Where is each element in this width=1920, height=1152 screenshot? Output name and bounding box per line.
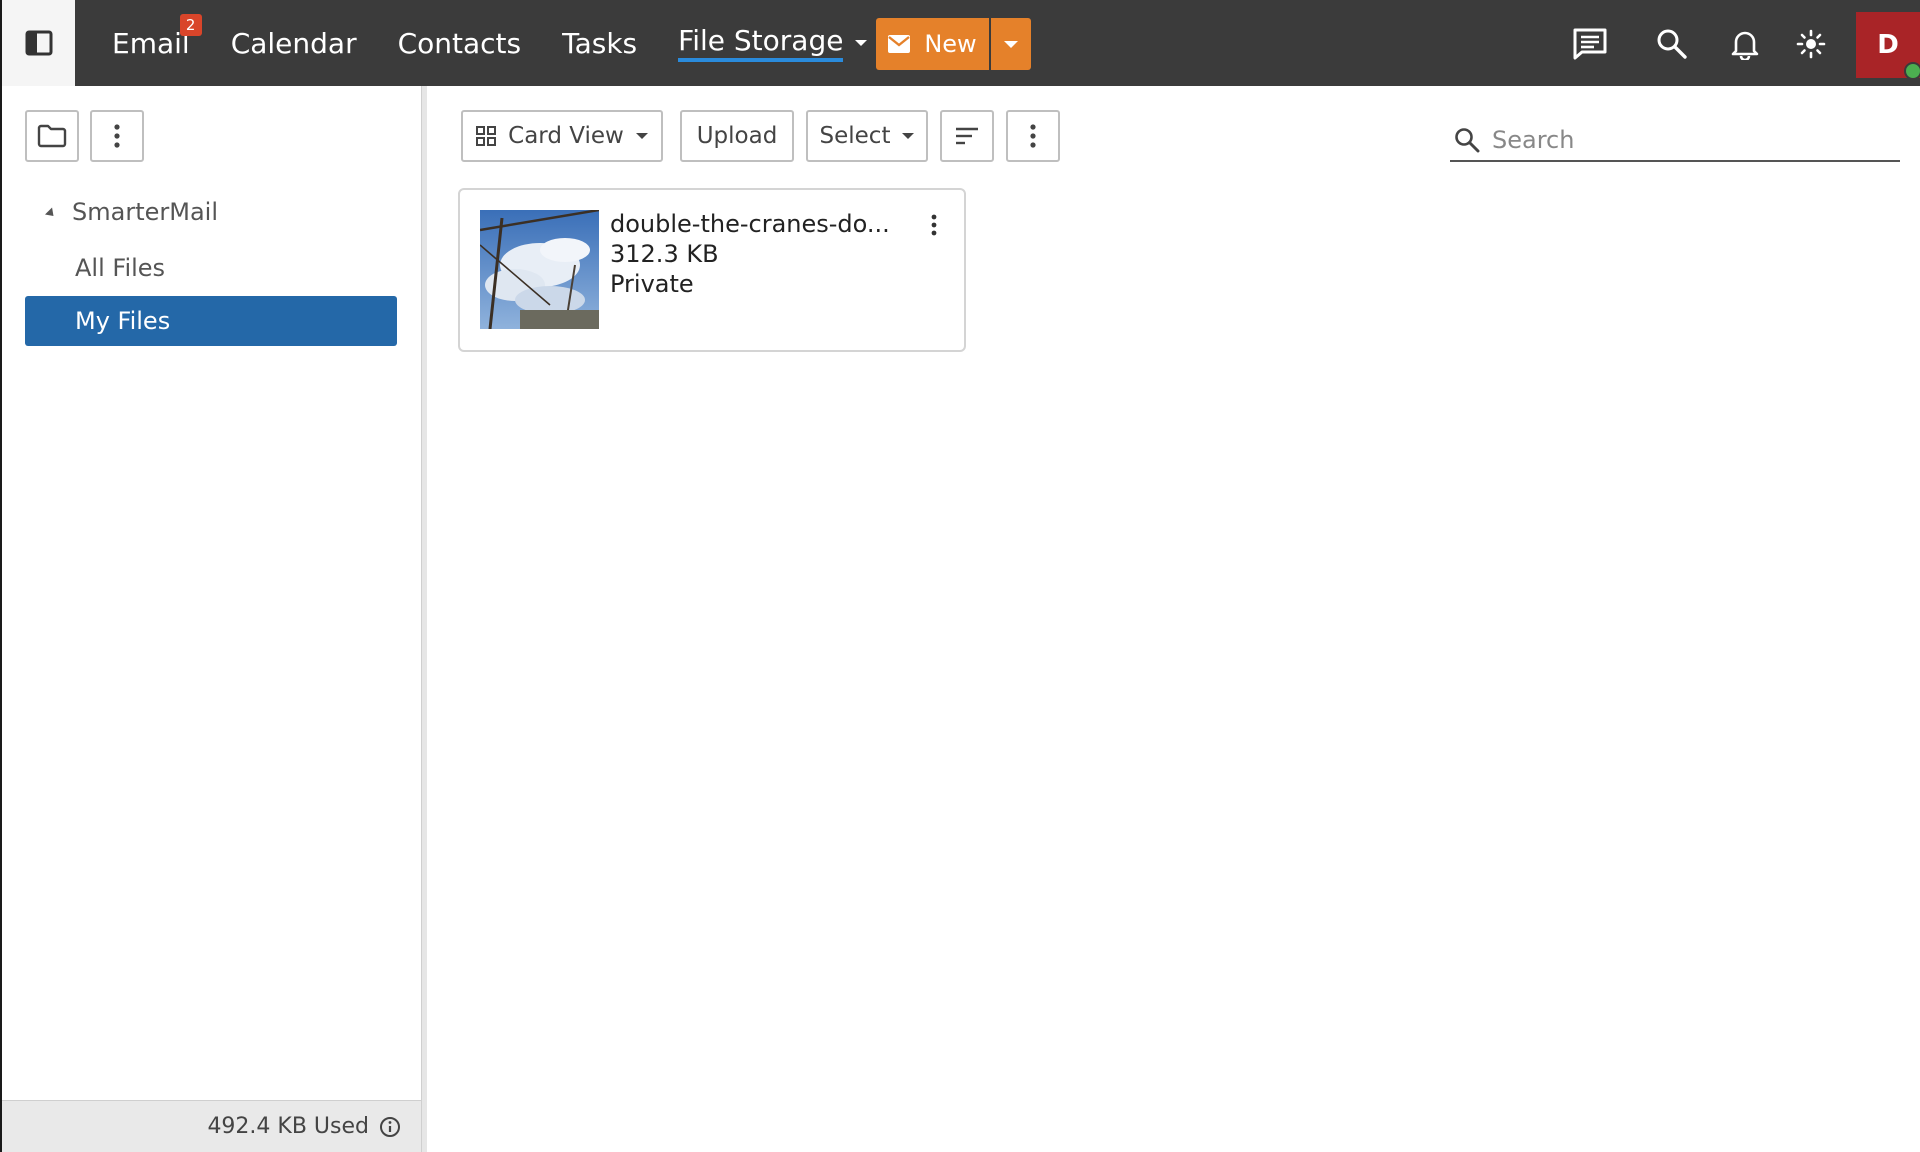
sort-icon [956,127,978,145]
folder-icon [37,124,67,148]
nav-tasks[interactable]: Tasks [562,0,637,86]
online-status-indicator [1904,62,1920,80]
image-thumbnail-icon [480,210,599,329]
mail-icon [888,35,911,53]
file-size: 312.3 KB [610,240,719,268]
search-icon [1657,29,1687,59]
new-button-group: New [876,18,1031,70]
email-unread-badge: 2 [179,14,202,36]
more-vertical-icon [1030,124,1036,148]
more-vertical-icon [931,214,937,236]
main-nav: Email 2 Calendar Contacts Tasks File Sto… [112,0,908,86]
sidebar-more-button[interactable] [90,110,144,162]
search-input[interactable] [1492,126,1882,154]
app-window: Email 2 Calendar Contacts Tasks File Sto… [2,0,1920,1152]
nav-calendar[interactable]: Calendar [231,0,357,86]
folder-button[interactable] [25,110,79,162]
storage-usage-bar: 492.4 KB Used [2,1100,421,1152]
brightness-icon [1796,29,1826,59]
folder-sidebar: SmarterMail All Files My Files 492.4 KB … [2,86,423,1152]
panel-resize-handle[interactable] [421,86,427,1152]
global-search-button[interactable] [1650,22,1694,66]
nav-contacts[interactable]: Contacts [398,0,522,86]
new-button-label: New [924,30,977,58]
file-name: double-the-cranes-do... [610,210,890,238]
sidebar-toggle-icon [25,30,52,56]
avatar-initial: D [1877,30,1899,60]
sidebar-item-all-files[interactable]: All Files [25,243,397,293]
upload-button-label: Upload [696,123,778,149]
nav-tasks-label: Tasks [562,26,638,60]
file-card-menu-button[interactable] [922,210,946,240]
chevron-down-icon [635,133,648,139]
select-label: Select [819,123,891,149]
grid-icon [476,126,497,146]
upload-button[interactable]: Upload [680,110,794,162]
nav-file-storage[interactable]: File Storage [678,0,868,86]
storage-used-text: 492.4 KB Used [207,1114,369,1139]
nav-file-storage-label: File Storage [678,24,844,62]
sort-button[interactable] [940,110,994,162]
nav-email-label: Email [112,26,190,60]
search-icon [1455,128,1480,153]
file-list-area: Card View Upload Select Search double-th… [428,86,1920,1152]
nav-calendar-label: Calendar [230,26,357,60]
file-visibility: Private [610,270,694,298]
collapse-triangle-icon [44,206,58,220]
select-dropdown[interactable]: Select [806,110,928,162]
tree-root-label: SmarterMail [72,198,218,226]
file-card[interactable]: double-the-cranes-do... 312.3 KB Private [458,188,966,352]
notifications-button[interactable] [1723,22,1767,66]
view-mode-dropdown[interactable]: Card View [461,110,663,162]
bell-icon [1731,31,1759,60]
file-search [1450,120,1900,162]
chat-button[interactable] [1568,22,1612,66]
info-icon[interactable] [379,1116,401,1138]
sidebar-toggle-button[interactable] [2,0,75,86]
more-vertical-icon [114,124,120,148]
new-button[interactable]: New [876,18,989,70]
top-bar: Email 2 Calendar Contacts Tasks File Sto… [2,0,1920,86]
chat-icon [1573,28,1607,60]
sidebar-item-my-files[interactable]: My Files [25,296,397,346]
chevron-down-icon [1004,40,1018,48]
nav-email[interactable]: Email 2 [112,0,202,86]
chevron-down-icon [902,133,915,139]
sidebar-item-label: My Files [75,307,171,335]
file-thumbnail [480,210,599,329]
chevron-down-icon [855,40,868,46]
tree-root-smartermail[interactable]: SmarterMail [44,198,218,226]
nav-contacts-label: Contacts [397,26,522,60]
view-mode-label: Card View [508,123,624,149]
theme-toggle-button[interactable] [1789,22,1833,66]
toolbar-more-button[interactable] [1006,110,1060,162]
sidebar-item-label: All Files [75,254,166,282]
new-dropdown-button[interactable] [991,18,1031,70]
